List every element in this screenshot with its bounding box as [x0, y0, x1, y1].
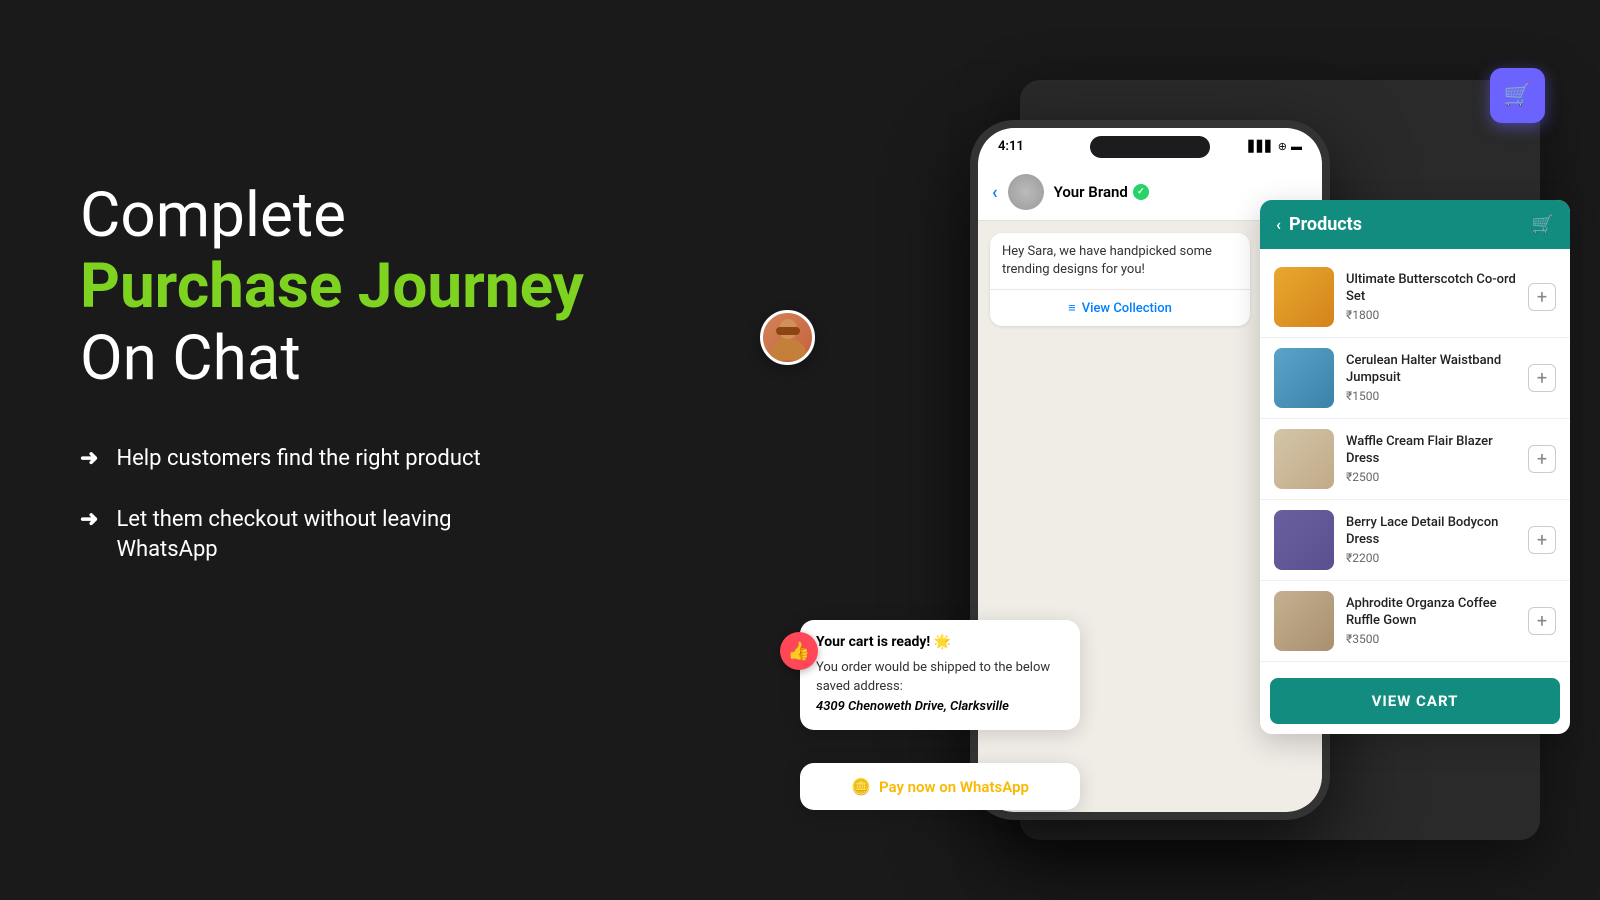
feature-item-2: ➜ Let them checkout without leavingWhats…: [80, 505, 700, 567]
products-back-button[interactable]: ‹: [1276, 215, 1281, 234]
product-item-2: Cerulean Halter Waistband Jumpsuit ₹1500…: [1260, 338, 1570, 419]
product-price-1: ₹1800: [1346, 308, 1516, 322]
product-info-4: Berry Lace Detail Bodycon Dress ₹2200: [1346, 515, 1516, 566]
products-title: Products: [1289, 214, 1362, 235]
list-icon: ≡: [1068, 300, 1076, 316]
product-image-2: [1274, 348, 1334, 408]
product-name-4: Berry Lace Detail Bodycon Dress: [1346, 515, 1516, 549]
pay-text: Pay now on WhatsApp: [879, 778, 1029, 796]
like-icon: 👍: [780, 632, 818, 670]
user-avatar: [760, 310, 815, 365]
product-info-5: Aphrodite Organza Coffee Ruffle Gown ₹35…: [1346, 596, 1516, 647]
product-image-1: [1274, 267, 1334, 327]
floating-cart-button[interactable]: 🛒: [1490, 68, 1545, 123]
phone-notch: [1090, 136, 1210, 158]
chat-bubble-text: Hey Sara, we have handpicked some trendi…: [990, 233, 1250, 289]
products-cart-icon[interactable]: 🛒: [1532, 214, 1554, 235]
headline-line2: Purchase Journey: [80, 250, 584, 323]
pay-bubble[interactable]: 🪙 Pay now on WhatsApp: [800, 763, 1080, 810]
cart-bubble-text: You order would be shipped to the below …: [816, 658, 1064, 717]
cart-bubble: Your cart is ready! 🌟 You order would be…: [800, 620, 1080, 731]
right-section: 🛒 4:11 ▋▋▋ ⊕ ▬ ‹ Your Brand ✓: [700, 0, 1600, 900]
products-panel: ‹ Products 🛒 Ultimate Butterscotch Co-or…: [1260, 200, 1570, 734]
cart-bubble-title: Your cart is ready! 🌟: [816, 634, 1064, 650]
product-list: Ultimate Butterscotch Co-ord Set ₹1800 +…: [1260, 249, 1570, 670]
product-image-5: [1274, 591, 1334, 651]
product-item-1: Ultimate Butterscotch Co-ord Set ₹1800 +: [1260, 257, 1570, 338]
add-button-2[interactable]: +: [1528, 364, 1556, 392]
signal-icon: ▋▋▋: [1248, 140, 1273, 153]
arrow-icon-2: ➜: [80, 507, 98, 532]
headline-line1: Complete: [80, 179, 346, 252]
product-item-3: Waffle Cream Flair Blazer Dress ₹2500 +: [1260, 419, 1570, 500]
product-item-5: Aphrodite Organza Coffee Ruffle Gown ₹35…: [1260, 581, 1570, 662]
headline: Complete Purchase Journey On Chat: [80, 180, 700, 394]
products-header-left: ‹ Products: [1276, 214, 1362, 235]
view-collection-button[interactable]: ≡ View Collection: [990, 289, 1250, 326]
feature-list: ➜ Help customers find the right product …: [80, 444, 700, 566]
coin-icon: 🪙: [851, 777, 871, 796]
product-info-3: Waffle Cream Flair Blazer Dress ₹2500: [1346, 434, 1516, 485]
product-name-2: Cerulean Halter Waistband Jumpsuit: [1346, 353, 1516, 387]
product-item-4: Berry Lace Detail Bodycon Dress ₹2200 +: [1260, 500, 1570, 581]
hero-section: Complete Purchase Journey On Chat ➜ Help…: [80, 180, 700, 596]
brand-avatar: [1008, 174, 1044, 210]
feature-item-1: ➜ Help customers find the right product: [80, 444, 700, 475]
product-price-3: ₹2500: [1346, 470, 1516, 484]
product-image-3: [1274, 429, 1334, 489]
product-price-4: ₹2200: [1346, 551, 1516, 565]
status-time: 4:11: [998, 139, 1024, 154]
verified-badge: ✓: [1133, 184, 1149, 200]
product-info-1: Ultimate Butterscotch Co-ord Set ₹1800: [1346, 272, 1516, 323]
battery-icon: ▬: [1291, 140, 1302, 153]
add-button-1[interactable]: +: [1528, 283, 1556, 311]
product-name-5: Aphrodite Organza Coffee Ruffle Gown: [1346, 596, 1516, 630]
product-info-2: Cerulean Halter Waistband Jumpsuit ₹1500: [1346, 353, 1516, 404]
feature-text-1: Help customers find the right product: [116, 444, 480, 475]
product-price-5: ₹3500: [1346, 632, 1516, 646]
view-cart-button[interactable]: VIEW CART: [1270, 678, 1560, 724]
brand-name: Your Brand ✓: [1054, 183, 1149, 201]
chat-bubble: Hey Sara, we have handpicked some trendi…: [990, 233, 1250, 326]
add-button-3[interactable]: +: [1528, 445, 1556, 473]
arrow-icon-1: ➜: [80, 446, 98, 471]
back-button[interactable]: ‹: [992, 182, 998, 203]
product-image-4: [1274, 510, 1334, 570]
status-icons: ▋▋▋ ⊕ ▬: [1248, 140, 1302, 153]
cart-address: 4309 Chenoweth Drive, Clarksville: [816, 699, 1009, 714]
add-button-5[interactable]: +: [1528, 607, 1556, 635]
wifi-icon: ⊕: [1278, 140, 1287, 153]
cart-icon: 🛒: [1504, 83, 1531, 108]
product-price-2: ₹1500: [1346, 389, 1516, 403]
product-name-1: Ultimate Butterscotch Co-ord Set: [1346, 272, 1516, 306]
feature-text-2: Let them checkout without leavingWhatsAp…: [116, 505, 451, 567]
add-button-4[interactable]: +: [1528, 526, 1556, 554]
thumbs-up-icon: 👍: [788, 641, 810, 662]
products-panel-header: ‹ Products 🛒: [1260, 200, 1570, 249]
product-name-3: Waffle Cream Flair Blazer Dress: [1346, 434, 1516, 468]
headline-line3: On Chat: [80, 322, 301, 395]
